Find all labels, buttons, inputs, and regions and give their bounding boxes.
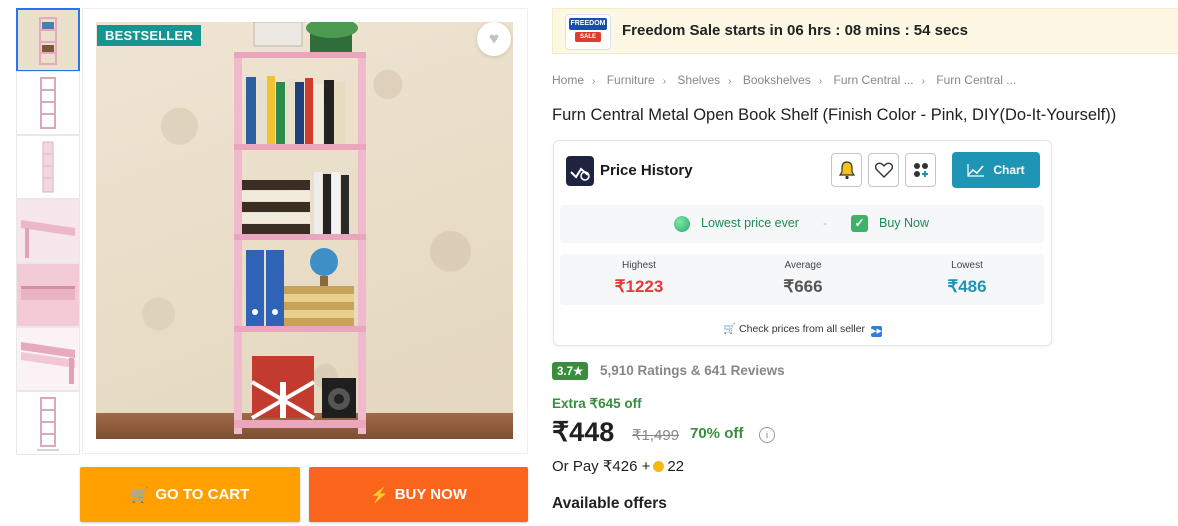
price-insight-row: Lowest price ever - ✓ Buy Now	[560, 205, 1044, 243]
lowest-label: Lowest	[951, 260, 983, 271]
lowest-price-stat: Lowest ₹486	[907, 260, 1027, 297]
chart-line-icon	[967, 164, 985, 177]
selling-price: ₹448	[552, 417, 615, 447]
bookshelf-illustration	[234, 22, 366, 434]
average-label: Average	[784, 260, 822, 271]
thumbnail-7[interactable]	[16, 391, 80, 455]
average-value: ₹666	[783, 277, 823, 296]
insight-separator: -	[823, 216, 827, 230]
breadcrumb-item-product[interactable]: Furn Central ...	[936, 73, 1016, 87]
mrp-price: ₹1,499	[632, 427, 680, 444]
chevron-right-icon: ›	[818, 76, 823, 87]
fast-forward-icon: ▶▶	[870, 326, 882, 337]
cart-icon: 🛒	[723, 323, 737, 335]
go-to-cart-label: GO TO CART	[155, 486, 250, 503]
thumbnail-6-image	[17, 328, 79, 390]
coin-icon	[653, 461, 665, 472]
sale-banner: FREEDOM SALE Freedom Sale starts in 06 h…	[552, 8, 1178, 54]
ratings-reviews-count[interactable]: 5,910 Ratings & 641 Reviews	[600, 363, 785, 378]
average-price-stat: Average ₹666	[743, 260, 863, 297]
compare-add-icon[interactable]	[905, 153, 936, 187]
check-prices-link[interactable]: 🛒 Check prices from all seller ▶▶	[554, 322, 1051, 337]
thumbnail-3-image	[42, 141, 54, 193]
sale-countdown-text: Freedom Sale starts in 06 hrs : 08 mins …	[622, 22, 968, 39]
lowest-value: ₹486	[947, 277, 987, 296]
price-history-logo-icon	[566, 156, 594, 186]
breadcrumb-item-home[interactable]: Home	[552, 73, 584, 87]
chevron-right-icon: ›	[592, 76, 596, 87]
rating-badge[interactable]: 3.7★	[552, 362, 589, 380]
chevron-right-icon: ›	[662, 76, 667, 87]
or-pay-text: Or Pay ₹426 +	[552, 458, 651, 475]
thumbnail-5-image	[17, 264, 79, 326]
price-alert-bell-icon[interactable]	[831, 153, 862, 187]
product-title: Furn Central Metal Open Book Shelf (Fini…	[552, 106, 1117, 124]
heart-icon[interactable]	[868, 153, 899, 187]
chevron-right-icon: ›	[921, 76, 925, 87]
buy-now-label: BUY NOW	[394, 486, 467, 503]
check-prices-label: Check prices from all seller	[739, 323, 866, 335]
wishlist-heart-icon[interactable]: ♥	[477, 22, 511, 56]
breadcrumb-item-shelves[interactable]: Shelves	[677, 73, 720, 87]
extra-off-text: Extra ₹645 off	[552, 396, 642, 411]
green-dot-icon	[674, 216, 690, 232]
chart-button-label: Chart	[993, 163, 1025, 177]
lightning-icon: ⚡	[370, 486, 389, 504]
breadcrumb: Home › Furniture › Shelves › Bookshelves › F…	[552, 73, 1016, 87]
thumbnail-2[interactable]	[16, 71, 80, 135]
lowest-price-ever-text: Lowest price ever	[701, 216, 799, 230]
thumbnail-6[interactable]	[16, 327, 80, 391]
buy-now-button[interactable]: ⚡ BUY NOW	[309, 467, 528, 522]
highest-price-stat: Highest ₹1223	[579, 260, 699, 297]
freedom-sale-logo: FREEDOM SALE	[565, 14, 611, 50]
breadcrumb-item-furniture[interactable]: Furniture	[607, 73, 655, 87]
or-pay-row: Or Pay ₹426 + 22	[552, 457, 684, 475]
price-stats-row: Highest ₹1223 Average ₹666 Lowest ₹486	[560, 254, 1044, 305]
go-to-cart-button[interactable]: 🛒 GO TO CART	[80, 467, 300, 522]
check-icon: ✓	[851, 215, 868, 232]
available-offers-heading: Available offers	[552, 495, 667, 512]
cart-icon: 🛒	[130, 486, 150, 504]
thumbnail-1[interactable]	[16, 8, 80, 72]
thumbnail-1-image	[18, 10, 78, 70]
highest-label: Highest	[622, 260, 656, 271]
thumbnail-3[interactable]	[16, 135, 80, 199]
info-icon[interactable]: i	[759, 427, 775, 443]
bestseller-badge: BESTSELLER	[97, 25, 201, 46]
buy-now-recommendation: Buy Now	[879, 216, 930, 230]
thumbnail-2-image	[40, 77, 56, 129]
thumbnail-4[interactable]	[16, 199, 80, 263]
thumbnail-7-image	[37, 397, 59, 451]
chart-button[interactable]: Chart	[952, 152, 1040, 188]
chevron-right-icon: ›	[728, 76, 732, 87]
sale-logo-line2: SALE	[575, 32, 601, 42]
main-product-image[interactable]	[96, 22, 513, 439]
price-history-card: Price History Chart Lowest price ever - …	[553, 140, 1052, 346]
breadcrumb-item-brand[interactable]: Furn Central ...	[834, 73, 914, 87]
thumbnail-4-image	[17, 200, 79, 262]
sale-logo-line1: FREEDOM	[569, 18, 607, 30]
thumbnail-5[interactable]	[16, 263, 80, 327]
coin-amount: 22	[667, 458, 685, 475]
breadcrumb-item-bookshelves[interactable]: Bookshelves	[743, 73, 811, 87]
discount-percent: 70% off	[690, 425, 744, 442]
price-history-title: Price History	[600, 162, 693, 179]
highest-value: ₹1223	[614, 277, 664, 296]
